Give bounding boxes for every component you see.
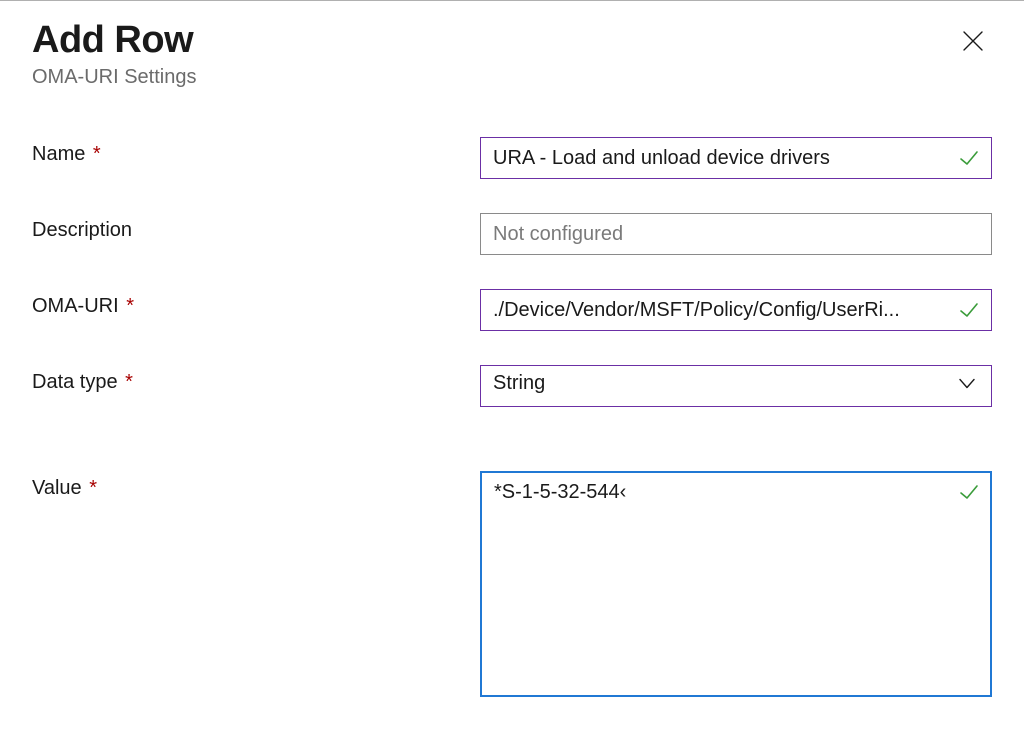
add-row-dialog: Add Row OMA-URI Settings Name * Descript…: [0, 0, 1024, 750]
label-value-text: Value: [32, 477, 82, 499]
row-value: Value *: [32, 471, 992, 702]
required-marker: *: [93, 143, 101, 165]
required-marker: *: [89, 477, 97, 499]
close-button[interactable]: [954, 25, 992, 61]
name-input-wrap: [480, 137, 992, 179]
label-name-text: Name: [32, 143, 85, 165]
dialog-header: Add Row OMA-URI Settings: [32, 19, 992, 89]
row-description: Description: [32, 213, 992, 255]
label-value: Value *: [32, 471, 480, 500]
label-data-type-text: Data type: [32, 371, 118, 393]
oma-uri-input-wrap: [480, 289, 992, 331]
dialog-subtitle: OMA-URI Settings: [32, 66, 196, 89]
row-data-type: Data type * String: [32, 365, 992, 407]
title-block: Add Row OMA-URI Settings: [32, 19, 196, 89]
row-name: Name *: [32, 137, 992, 179]
label-oma-uri-text: OMA-URI: [32, 295, 119, 317]
label-description: Description: [32, 213, 480, 242]
label-oma-uri: OMA-URI *: [32, 289, 480, 318]
description-input-wrap: [480, 213, 992, 255]
name-input[interactable]: [480, 137, 992, 179]
value-input-wrap: [480, 471, 992, 702]
required-marker: *: [126, 295, 134, 317]
label-data-type: Data type *: [32, 365, 480, 394]
row-oma-uri: OMA-URI *: [32, 289, 992, 331]
label-description-text: Description: [32, 219, 132, 241]
data-type-select[interactable]: String: [480, 365, 992, 407]
required-marker: *: [125, 371, 133, 393]
dialog-title: Add Row: [32, 19, 196, 62]
label-name: Name *: [32, 137, 480, 166]
description-input[interactable]: [480, 213, 992, 255]
oma-uri-input[interactable]: [480, 289, 992, 331]
value-textarea[interactable]: [480, 471, 992, 697]
form: Name * Description OMA-URI *: [32, 137, 992, 702]
close-icon: [962, 30, 984, 52]
data-type-select-wrap: String: [480, 365, 992, 407]
